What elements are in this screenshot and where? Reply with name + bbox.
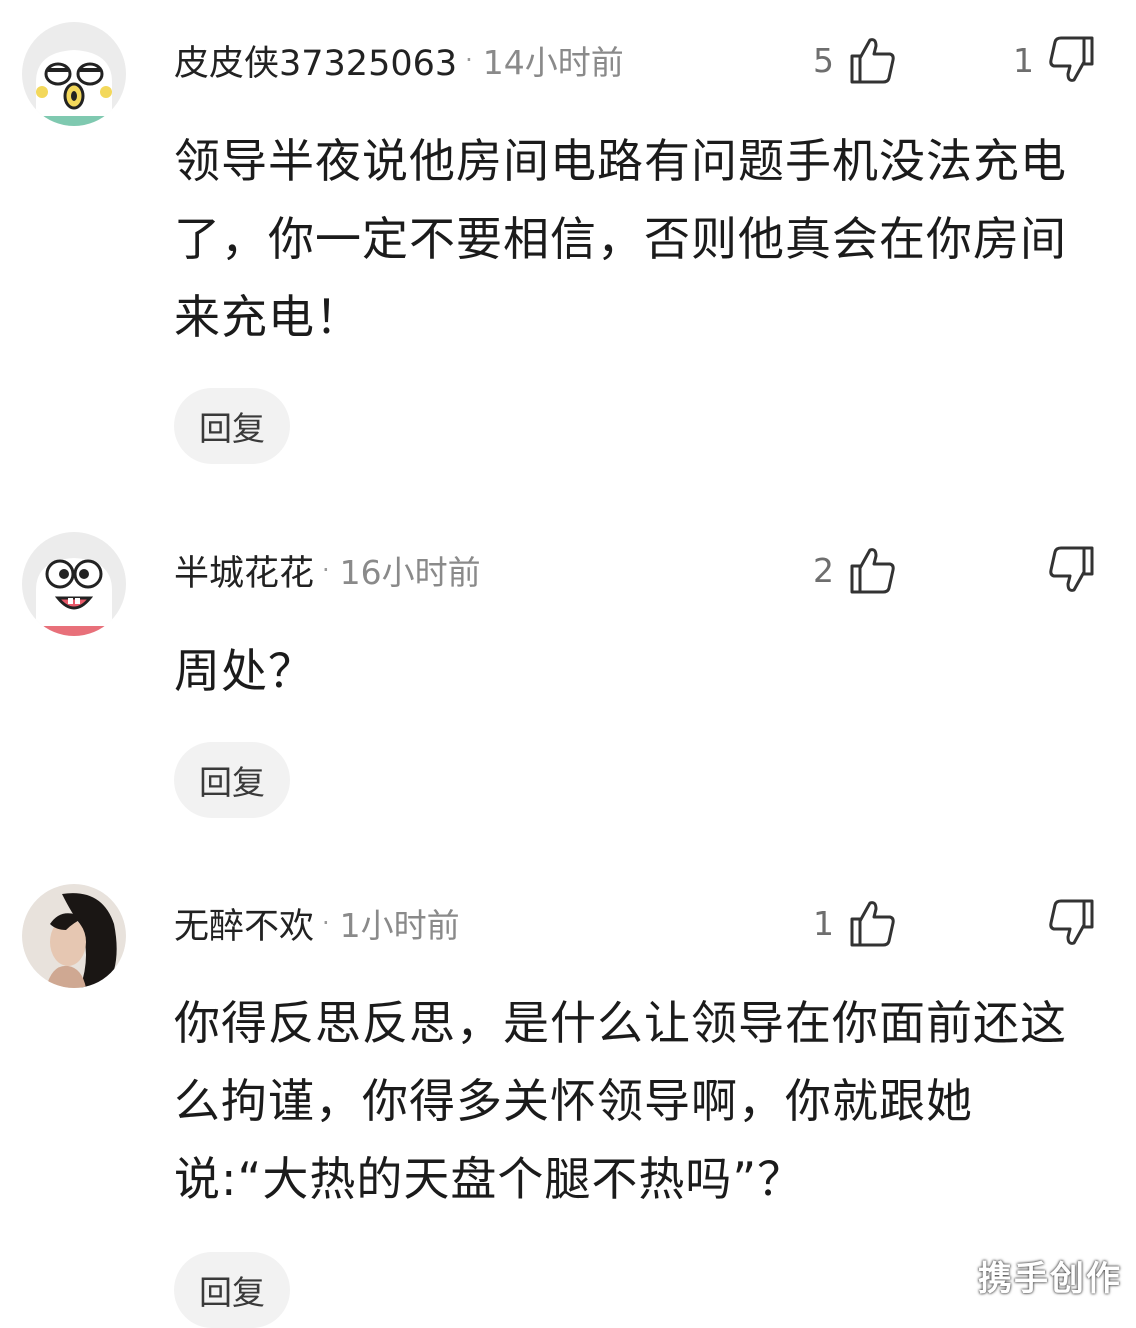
like-count: 5	[813, 40, 834, 80]
thumbs-down-icon	[1049, 546, 1094, 592]
avatar[interactable]	[22, 22, 126, 126]
timestamp: 1小时前	[339, 906, 460, 945]
profile-photo-icon	[22, 884, 126, 988]
meta-separator: ·	[465, 46, 473, 74]
thumbs-up-icon	[850, 38, 895, 84]
thumbs-down-icon	[1049, 899, 1094, 945]
cartoon-face-icon	[22, 22, 126, 126]
avatar[interactable]	[22, 532, 126, 636]
like-button[interactable]: 5	[813, 30, 896, 90]
avatar[interactable]	[22, 884, 126, 988]
dislike-button[interactable]	[1034, 540, 1096, 600]
username[interactable]: 半城花花	[174, 545, 314, 596]
dislike-button[interactable]: 1	[1013, 30, 1096, 90]
reply-button[interactable]: 回复	[174, 742, 290, 818]
like-count: 1	[813, 903, 834, 943]
thumbs-up-icon	[850, 901, 895, 947]
meta-separator: ·	[322, 556, 330, 584]
username[interactable]: 皮皮侠37325063	[174, 35, 457, 86]
watermark: 携手创作	[978, 1259, 1122, 1299]
like-button[interactable]: 1	[813, 893, 896, 953]
cartoon-face-icon	[22, 532, 126, 636]
timestamp: 16小时前	[339, 553, 481, 592]
comment-text: 领导半夜说他房间电路有问题手机没法充电了，你一定不要相信，否则他真会在你房间来充…	[174, 134, 1067, 344]
meta-separator: ·	[322, 909, 330, 937]
thumbs-down-icon	[1049, 36, 1094, 82]
comment-meta: 半城花花 · 16小时前	[174, 540, 481, 600]
username[interactable]: 无醉不欢	[174, 898, 314, 949]
reply-button[interactable]: 回复	[174, 388, 290, 464]
comment-meta: 皮皮侠37325063 · 14小时前	[174, 30, 624, 90]
like-button[interactable]: 2	[813, 540, 896, 600]
reply-button[interactable]: 回复	[174, 1252, 290, 1328]
comment-text: 周处？	[174, 644, 315, 698]
dislike-button[interactable]	[1034, 893, 1096, 953]
like-count: 2	[813, 550, 834, 590]
dislike-count: 1	[1013, 40, 1034, 80]
thumbs-up-icon	[850, 548, 895, 594]
timestamp: 14小时前	[482, 43, 624, 82]
comment-meta: 无醉不欢 · 1小时前	[174, 893, 460, 953]
comment-text: 你得反思反思，是什么让领导在你面前还这么拘谨，你得多关怀领导啊，你就跟她说:“大…	[174, 996, 1067, 1206]
